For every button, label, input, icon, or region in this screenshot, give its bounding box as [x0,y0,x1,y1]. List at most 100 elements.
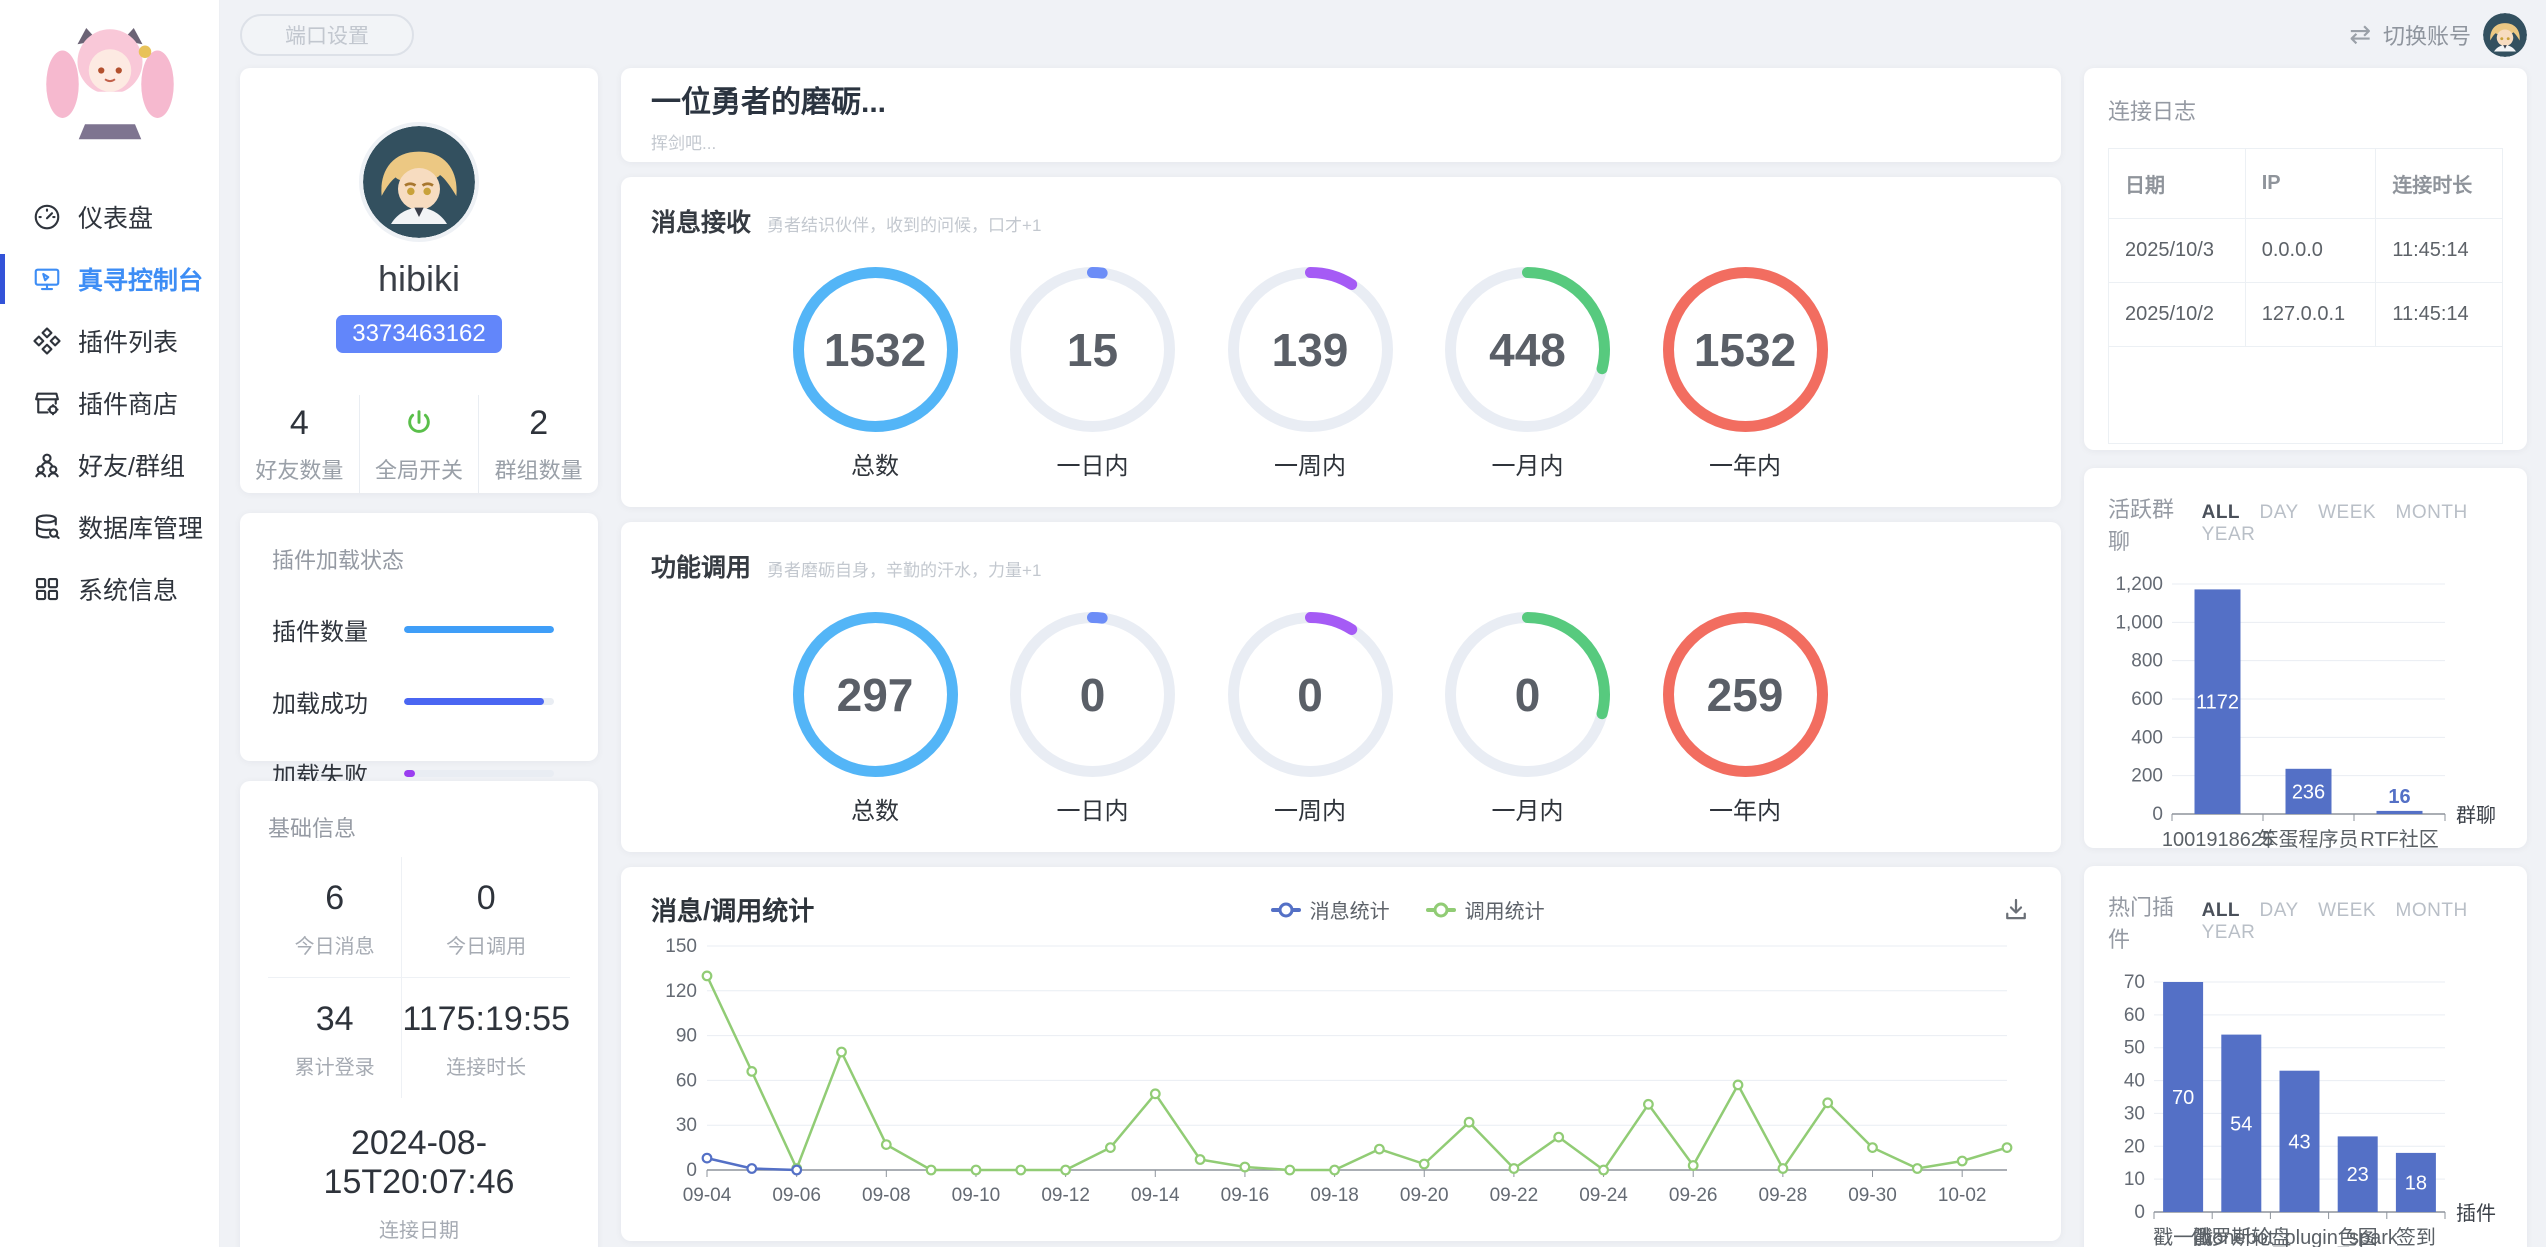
load-fail-progress [404,770,554,777]
svg-text:400: 400 [2131,727,2163,748]
topbar-avatar[interactable] [2483,13,2527,57]
tab-day[interactable]: DAY [2260,900,2299,921]
load-success-row: 加载成功 [272,684,566,719]
svg-text:09-26: 09-26 [1669,1185,1718,1206]
svg-text:54: 54 [2230,1113,2252,1135]
svg-text:150: 150 [665,936,697,957]
total-logins-value: 34 [268,1000,401,1039]
profile-qq-badge: 3373463162 [336,315,501,353]
message-stats-subtitle: 勇者结识伙伴，收到的问候，口才+1 [767,211,1041,236]
ring-gauge: 297 [793,612,958,777]
ring-gauge: 259 [1663,612,1828,777]
stat-ring-week: 0 一周内 [1222,612,1398,826]
basic-info-card: 基础信息 6 今日消息 0 今日调用 34 累计登录 117 [240,781,598,1247]
plugin-count-row: 插件数量 [272,612,566,647]
stat-ring-year: 259 一年内 [1657,612,1833,826]
ring-value: 0 [1515,668,1541,722]
svg-text:09-22: 09-22 [1490,1185,1539,1206]
sidebar-item-plugin-store[interactable]: 插件商店 [0,372,219,434]
main-area: 端口设置 ⇄ 切换账号 [220,0,2546,1247]
port-settings-button[interactable]: 端口设置 [240,14,414,56]
message-stat-rings: 1532 总数 15 一日内 139 一周内 448 [651,267,2031,481]
svg-text:30: 30 [2124,1103,2145,1124]
tab-week[interactable]: WEEK [2318,900,2376,921]
call-stats-subtitle: 勇者磨砺自身，辛勤的汗水，力量+1 [767,556,1041,581]
svg-text:16: 16 [2388,786,2410,808]
ring-value: 1532 [1694,323,1796,377]
message-stats-title: 消息接收 [651,203,751,239]
profile-stats: 4 好友数量 全局开关 2 群组数量 [240,395,598,493]
svg-text:群聊: 群聊 [2456,804,2496,827]
legend-call-series[interactable]: 调用统计 [1426,895,1545,924]
active-groups-tabs: ALL DAY WEEK MONTH YEAR [2187,502,2503,546]
ring-value: 0 [1080,668,1106,722]
chart-legend: 消息统计 调用统计 [814,895,2001,924]
svg-text:10-02: 10-02 [1938,1185,1987,1206]
power-icon[interactable] [360,403,479,443]
connect-date-value: 2024-08-15T20:07:46 [268,1124,570,1202]
tab-year[interactable]: YEAR [2202,524,2256,545]
tab-all[interactable]: ALL [2202,502,2240,523]
ring-value: 297 [837,668,914,722]
ring-gauge: 1532 [1663,267,1828,432]
svg-text:60: 60 [676,1070,697,1091]
tab-month[interactable]: MONTH [2396,502,2468,523]
ring-label: 一年内 [1657,791,1833,826]
ring-value: 259 [1707,668,1784,722]
ring-gauge: 0 [1445,612,1610,777]
connection-log-card: 连接日志 日期 IP 连接时长 2025/10/3 [2084,68,2527,450]
grid-icon [32,574,62,604]
ring-gauge: 0 [1010,612,1175,777]
svg-text:09-20: 09-20 [1400,1185,1449,1206]
total-logins-cell: 34 累计登录 [268,978,401,1098]
sidebar-item-database[interactable]: 数据库管理 [0,496,219,558]
line-chart: 030609012015009-0409-0609-0809-1009-1209… [651,934,2031,1217]
svg-text:50: 50 [2124,1038,2145,1059]
svg-text:09-30: 09-30 [1848,1185,1897,1206]
svg-text:0: 0 [2134,1202,2145,1223]
tab-month[interactable]: MONTH [2396,900,2468,921]
ring-gauge: 139 [1228,267,1393,432]
sidebar-item-label: 仪表盘 [78,199,153,235]
legend-message-series[interactable]: 消息统计 [1271,895,1390,924]
svg-text:236: 236 [2292,781,2325,803]
stat-ring-year: 1532 一年内 [1657,267,1833,481]
ring-label: 一月内 [1440,791,1616,826]
page-subtitle: 挥剑吧... [651,129,2031,154]
switch-account-button[interactable]: ⇄ 切换账号 [2349,13,2527,57]
sidebar-item-label: 真寻控制台 [78,261,203,297]
avatar-image [2483,13,2527,57]
sidebar-item-console[interactable]: 真寻控制台 [0,248,219,310]
sidebar-item-friends-groups[interactable]: 好友/群组 [0,434,219,496]
tab-year[interactable]: YEAR [2202,922,2256,943]
stat-ring-month: 0 一月内 [1440,612,1616,826]
hot-plugins-card: 热门插件 ALL DAY WEEK MONTH YEAR 01020304050… [2084,866,2527,1247]
ring-value: 0 [1297,668,1323,722]
ring-label: 一周内 [1222,446,1398,481]
active-groups-title: 活跃群聊 [2108,492,2187,556]
profile-avatar [359,122,479,242]
download-icon[interactable] [2001,895,2031,925]
tab-all[interactable]: ALL [2202,900,2240,921]
connect-duration-label: 连接时长 [402,1051,570,1080]
sidebar-item-plugin-list[interactable]: 插件列表 [0,310,219,372]
sidebar-item-dashboard[interactable]: 仪表盘 [0,186,219,248]
sidebar-item-system-info[interactable]: 系统信息 [0,558,219,620]
global-switch-label: 全局开关 [360,453,479,485]
connect-date-block: 2024-08-15T20:07:46 连接日期 [268,1124,570,1243]
ring-label: 一年内 [1657,446,1833,481]
tab-day[interactable]: DAY [2260,502,2299,523]
sidebar-item-label: 系统信息 [78,571,178,607]
friend-count-value: 4 [240,403,359,443]
svg-text:60: 60 [2124,1005,2145,1026]
tab-week[interactable]: WEEK [2318,502,2376,523]
ring-gauge: 448 [1445,267,1610,432]
sidebar-item-label: 插件商店 [78,385,178,421]
svg-text:笨蛋程序员: 笨蛋程序员 [2259,828,2359,851]
svg-text:签到: 签到 [2396,1226,2436,1247]
svg-text:70: 70 [2172,1087,2194,1109]
hot-plugins-chart: 01020304050607070戳一戳54俄罗斯轮盘43nonebot_plu… [2108,960,2503,1247]
connect-duration-cell: 1175:19:55 连接时长 [401,978,570,1098]
legend-label: 消息统计 [1310,895,1390,924]
stat-ring-day: 0 一日内 [1005,612,1181,826]
